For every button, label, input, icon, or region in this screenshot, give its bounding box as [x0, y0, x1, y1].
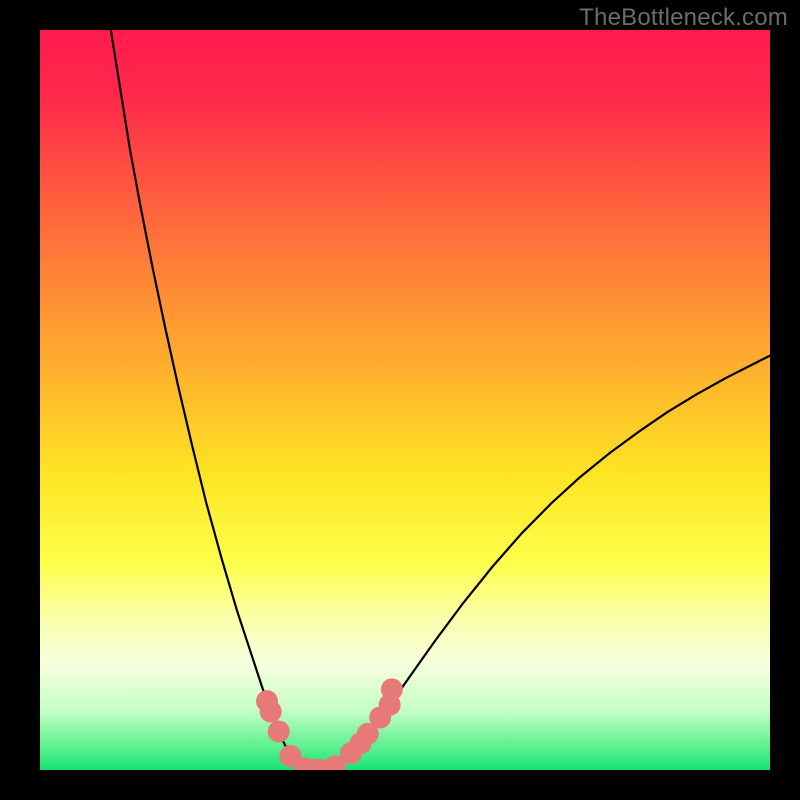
bottleneck-chart — [0, 0, 800, 800]
watermark-text: TheBottleneck.com — [579, 4, 788, 32]
bottom-markers-point — [260, 701, 282, 723]
bottom-markers-point — [268, 721, 290, 743]
bottom-markers-point — [381, 678, 403, 700]
chart-frame: TheBottleneck.com — [0, 0, 800, 800]
plot-gradient-bg — [40, 30, 770, 770]
